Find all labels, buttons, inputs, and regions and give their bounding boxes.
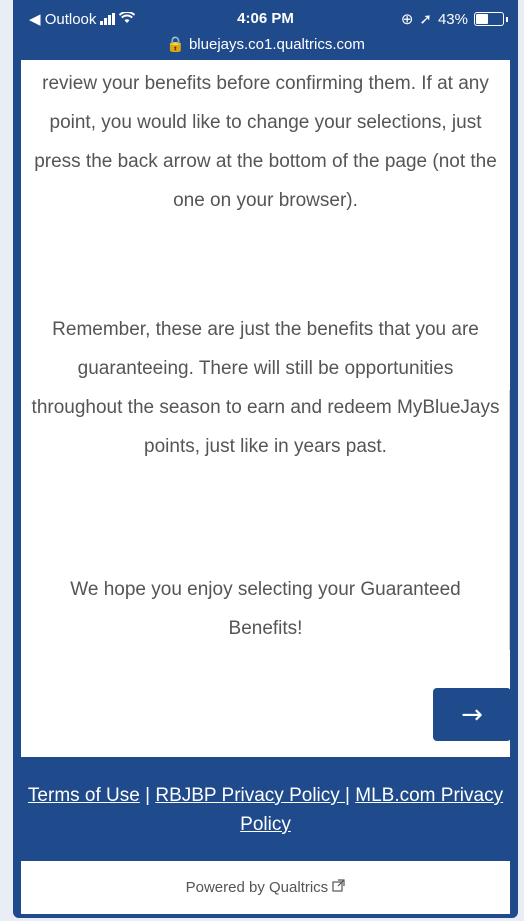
survey-content: review your benefits before confirming t… bbox=[21, 60, 511, 757]
intro-paragraph: review your benefits before confirming t… bbox=[34, 73, 497, 211]
battery-percent: 43% bbox=[437, 10, 468, 28]
url-bar[interactable]: 🔒 bluejays.co1.qualtrics.com bbox=[13, 35, 518, 53]
reminder-paragraph: Remember, these are just the benefits th… bbox=[31, 319, 500, 457]
terms-of-use-link[interactable]: Terms of Use bbox=[28, 785, 140, 806]
scrollbar[interactable] bbox=[509, 390, 510, 650]
footer-separator: | bbox=[139, 785, 156, 806]
next-button[interactable]: → bbox=[433, 688, 511, 741]
footer: Terms of Use | RBJBP Privacy Policy | ML… bbox=[21, 757, 510, 861]
phone-screen: ◀ Outlook 4:06 PM ⊕ ➚ 43% 🔒 bluejays.co1… bbox=[13, 0, 518, 918]
rbjbp-privacy-link[interactable]: RBJBP Privacy Policy bbox=[155, 785, 345, 806]
footer-separator: | bbox=[345, 785, 356, 806]
battery-icon bbox=[474, 12, 504, 26]
location-icon: ➚ bbox=[419, 11, 432, 28]
url-text: bluejays.co1.qualtrics.com bbox=[188, 36, 365, 53]
closing-paragraph: We hope you enjoy selecting your Guarant… bbox=[70, 579, 461, 639]
powered-by-text: Powered by Qualtrics bbox=[185, 879, 329, 896]
status-bar: ◀ Outlook 4:06 PM ⊕ ➚ 43% 🔒 bluejays.co1… bbox=[13, 0, 518, 60]
powered-by-qualtrics[interactable]: Powered by Qualtrics bbox=[21, 861, 510, 914]
rotation-lock-icon: ⊕ bbox=[400, 11, 414, 28]
external-link-icon bbox=[332, 879, 345, 896]
lock-icon: 🔒 bbox=[166, 36, 185, 53]
